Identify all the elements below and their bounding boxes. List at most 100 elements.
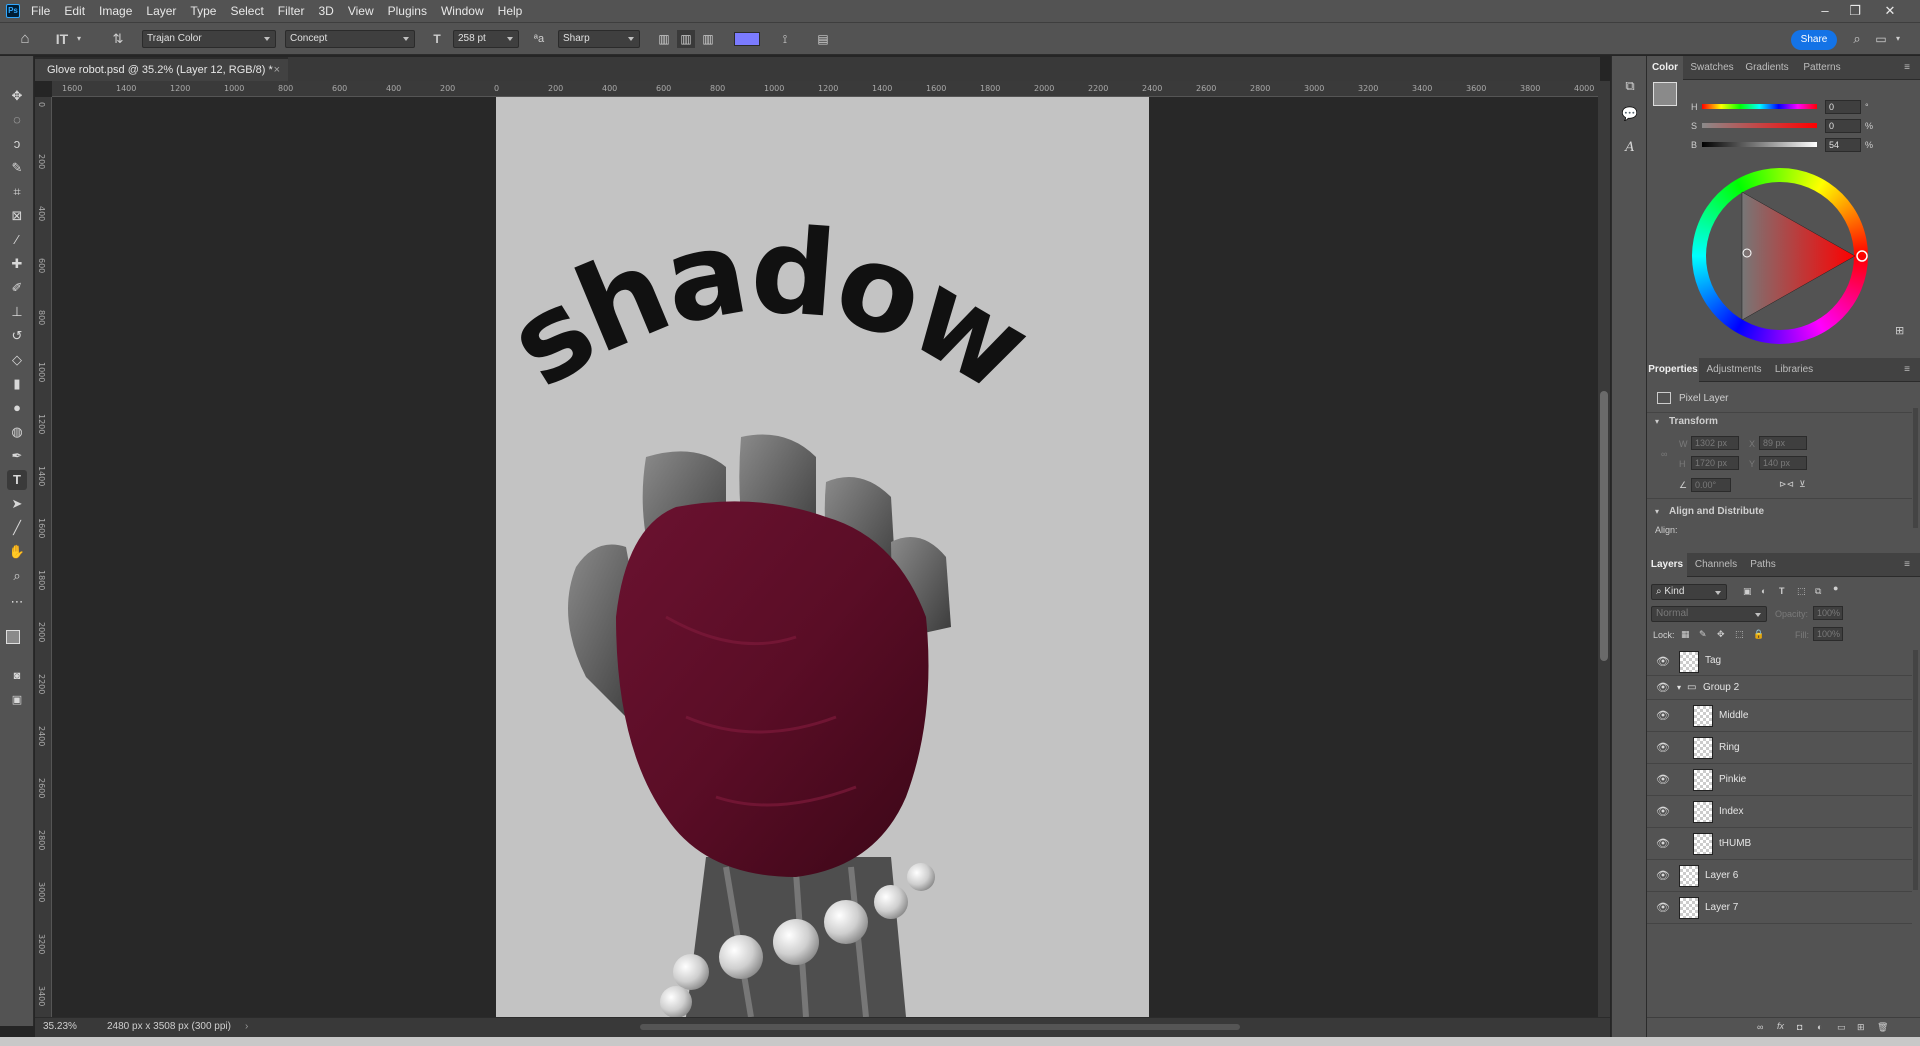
delete-layer-icon[interactable]: 🗑 [1877, 1022, 1888, 1033]
eye-icon[interactable]: 👁 [1656, 655, 1670, 669]
close-tab-icon[interactable]: × [274, 59, 280, 81]
gradient-tool-icon[interactable]: ▮ [7, 374, 27, 394]
quick-select-tool-icon[interactable]: ✎ [7, 158, 27, 178]
history-panel-icon[interactable]: ⧉ [1620, 76, 1640, 96]
character-panel-icon[interactable]: ▤ [814, 30, 832, 48]
chevron-down-icon[interactable]: ▾ [1655, 417, 1659, 426]
chevron-down-icon[interactable]: ▾ [1893, 30, 1903, 48]
menu-edit[interactable]: Edit [57, 0, 92, 22]
zoom-level[interactable]: 35.23% [43, 1018, 77, 1036]
blur-tool-icon[interactable]: ● [7, 398, 27, 418]
flip-vertical-icon[interactable]: ⊻ [1799, 479, 1806, 490]
quick-mask-icon[interactable]: ◙ [7, 666, 27, 686]
eye-icon[interactable]: 👁 [1656, 901, 1670, 915]
blend-mode-select[interactable]: Normal [1651, 606, 1767, 622]
healing-brush-icon[interactable]: ✚ [7, 254, 27, 274]
menu-view[interactable]: View [341, 0, 381, 22]
tab-layers[interactable]: Layers [1647, 553, 1687, 577]
eye-icon[interactable]: 👁 [1656, 709, 1670, 723]
history-brush-icon[interactable]: ↺ [7, 326, 27, 346]
menu-3d[interactable]: 3D [311, 0, 340, 22]
tab-gradients[interactable]: Gradients [1739, 56, 1795, 80]
brightness-slider[interactable] [1702, 142, 1817, 147]
scroll-thumb[interactable] [1600, 391, 1608, 661]
eye-icon[interactable]: 👁 [1656, 837, 1670, 851]
eye-icon[interactable]: 👁 [1656, 869, 1670, 883]
text-color-swatch[interactable] [734, 32, 760, 46]
vertical-scrollbar[interactable] [1598, 81, 1610, 1020]
layer-row-index[interactable]: 👁 Index [1647, 796, 1912, 828]
document-dimensions[interactable]: 2480 px x 3508 px (300 ppi) [107, 1018, 231, 1036]
path-select-tool-icon[interactable]: ➤ [7, 494, 27, 514]
filter-pixel-icon[interactable]: ▣ [1743, 586, 1752, 597]
minimize-icon[interactable]: – [1810, 0, 1840, 22]
crop-tool-icon[interactable]: ⌗ [7, 182, 27, 202]
hand-tool-icon[interactable]: ✋ [7, 542, 27, 562]
align-section-title[interactable]: Align and Distribute [1669, 506, 1764, 517]
menu-plugins[interactable]: Plugins [381, 0, 434, 22]
type-tool-preset-icon[interactable]: IT [52, 30, 72, 48]
document-canvas[interactable]: shadow [496, 97, 1149, 1017]
color-wheel[interactable] [1692, 168, 1868, 344]
font-style-select[interactable]: Concept [285, 30, 415, 48]
align-center-icon[interactable]: ▥ [677, 30, 695, 48]
menu-image[interactable]: Image [92, 0, 139, 22]
color-triangle[interactable] [1692, 168, 1868, 344]
marquee-tool-icon[interactable]: ◌ [7, 110, 27, 130]
photoshop-logo[interactable]: Ps [6, 4, 20, 18]
screen-mode-icon[interactable]: ▣ [7, 690, 27, 710]
angle-field[interactable]: 0.00° [1691, 478, 1731, 492]
move-tool-icon[interactable]: ✥ [7, 86, 27, 106]
width-field[interactable]: 1302 px [1691, 436, 1739, 450]
close-window-icon[interactable]: ✕ [1875, 0, 1905, 22]
lock-transparent-icon[interactable]: ▦ [1681, 629, 1690, 640]
height-field[interactable]: 1720 px [1691, 456, 1739, 470]
font-size-select[interactable]: 258 pt [453, 30, 519, 48]
menu-type[interactable]: Type [183, 0, 223, 22]
eye-icon[interactable]: 👁 [1656, 773, 1670, 787]
canvas-workspace[interactable]: shadow [52, 97, 1598, 1017]
menu-window[interactable]: Window [434, 0, 491, 22]
filter-toggle-icon[interactable]: ● [1833, 583, 1838, 593]
layer-row-layer-6[interactable]: 👁 Layer 6 [1647, 860, 1912, 892]
brush-tool-icon[interactable]: ✐ [7, 278, 27, 298]
pen-tool-icon[interactable]: ✒ [7, 446, 27, 466]
tab-channels[interactable]: Channels [1689, 553, 1743, 577]
link-icon[interactable]: ∞ [1661, 449, 1667, 459]
new-group-icon[interactable]: ▭ [1837, 1022, 1846, 1033]
layer-filter-select[interactable]: ⌕ Kind [1651, 584, 1727, 600]
text-orientation-icon[interactable]: ⇅ [108, 30, 128, 48]
align-right-icon[interactable]: ▥ [699, 30, 717, 48]
add-mask-icon[interactable]: ◘ [1797, 1022, 1802, 1032]
layer-row-thumb[interactable]: 👁 tHUMB [1647, 828, 1912, 860]
layer-row-layer-7[interactable]: 👁 Layer 7 [1647, 892, 1912, 924]
menu-select[interactable]: Select [223, 0, 270, 22]
tab-swatches[interactable]: Swatches [1687, 56, 1737, 80]
foreground-color-swatch[interactable] [6, 630, 20, 644]
filter-shape-icon[interactable]: ⬚ [1797, 586, 1806, 597]
fill-field[interactable]: 100% [1813, 627, 1843, 641]
warp-text-icon[interactable]: ⟟ [776, 30, 794, 48]
add-color-icon[interactable]: ⊞ [1895, 324, 1904, 337]
tab-paths[interactable]: Paths [1745, 553, 1781, 577]
brightness-value[interactable]: 54 [1825, 138, 1861, 152]
tab-color[interactable]: Color [1647, 56, 1683, 80]
saturation-slider[interactable] [1702, 123, 1817, 128]
layer-row-middle[interactable]: 👁 Middle [1647, 700, 1912, 732]
more-tools-icon[interactable]: ⋯ [7, 592, 27, 612]
y-field[interactable]: 140 px [1759, 456, 1807, 470]
line-tool-icon[interactable]: ╱ [7, 518, 27, 538]
eraser-tool-icon[interactable]: ◇ [7, 350, 27, 370]
hue-value[interactable]: 0 [1825, 100, 1861, 114]
comments-panel-icon[interactable]: 💬 [1620, 104, 1640, 124]
layer-row-tag[interactable]: 👁 Tag [1647, 646, 1912, 676]
restore-icon[interactable]: ❐ [1840, 0, 1870, 22]
horizontal-ruler[interactable]: 1600 1400 1200 1000 800 600 400 200 0 200 400 600 80… [52, 81, 1598, 97]
hue-slider[interactable] [1702, 104, 1817, 109]
panel-menu-icon[interactable]: ≡ [1899, 56, 1915, 80]
x-field[interactable]: 89 px [1759, 436, 1807, 450]
chevron-right-icon[interactable]: › [245, 1018, 248, 1036]
layer-row-pinkie[interactable]: 👁 Pinkie [1647, 764, 1912, 796]
adjustment-layer-icon[interactable]: ◐ [1817, 1022, 1822, 1032]
tab-adjustments[interactable]: Adjustments [1701, 358, 1767, 382]
